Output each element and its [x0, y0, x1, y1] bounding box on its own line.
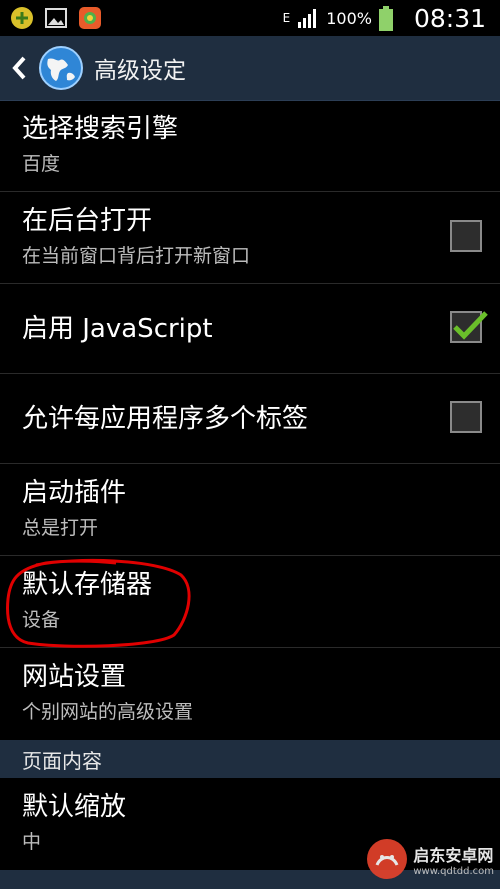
watermark-title: 启东安卓网 [413, 845, 494, 865]
clock: 08:31 [413, 3, 486, 33]
open-in-background-checkbox[interactable] [450, 219, 482, 252]
page-title: 高级设定 [94, 58, 186, 84]
browser-notification-icon [78, 6, 102, 30]
setting-enable-plugins[interactable]: 启动插件 总是打开 [0, 464, 500, 556]
setting-title: 在后台打开 [22, 206, 153, 236]
signal-icon [296, 6, 320, 30]
setting-title: 启动插件 [22, 478, 127, 508]
setting-title: 允许每应用程序多个标签 [22, 403, 309, 434]
section-header-page-content: 页面内容 [0, 740, 500, 778]
app-notification-icon [10, 6, 34, 30]
setting-search-engine[interactable]: 选择搜索引擎 百度 [0, 100, 500, 192]
status-bar: E 100% 08:31 [0, 0, 500, 36]
watermark: 启东安卓网 www.qdtdd.com [365, 837, 494, 881]
watermark-url: www.qdtdd.com [413, 865, 494, 877]
setting-summary: 设备 [22, 609, 61, 631]
checkmark-icon [453, 310, 488, 340]
setting-title: 默认存储器 [22, 570, 153, 600]
gallery-icon [44, 6, 68, 30]
back-chevron-icon[interactable] [10, 51, 32, 85]
setting-summary: 个别网站的高级设置 [22, 701, 194, 723]
setting-website-settings[interactable]: 网站设置 个别网站的高级设置 [0, 648, 500, 740]
battery-icon [378, 6, 402, 31]
setting-title: 选择搜索引擎 [22, 114, 179, 144]
setting-default-storage[interactable]: 默认存储器 设备 [0, 556, 500, 648]
network-type-icon: E [282, 11, 291, 25]
setting-multiple-tabs[interactable]: 允许每应用程序多个标签 [0, 374, 500, 464]
setting-summary: 百度 [22, 153, 61, 175]
setting-enable-javascript[interactable]: 启用 JavaScript [0, 284, 500, 374]
settings-list: 选择搜索引擎 百度 在后台打开 在当前窗口背后打开新窗口 启用 JavaScri… [0, 100, 500, 870]
setting-summary: 在当前窗口背后打开新窗口 [22, 245, 251, 267]
globe-icon[interactable] [38, 45, 84, 91]
multiple-tabs-checkbox[interactable] [450, 400, 482, 433]
setting-title: 网站设置 [22, 662, 127, 692]
enable-javascript-checkbox[interactable] [450, 310, 488, 343]
setting-title: 启用 JavaScript [22, 313, 213, 344]
setting-open-in-background[interactable]: 在后台打开 在当前窗口背后打开新窗口 [0, 192, 500, 284]
watermark-logo-icon [367, 839, 408, 879]
setting-summary: 总是打开 [22, 517, 99, 539]
action-bar: 高级设定 [0, 36, 500, 101]
setting-title: 默认缩放 [22, 792, 127, 822]
battery-percent: 100% [326, 8, 372, 28]
